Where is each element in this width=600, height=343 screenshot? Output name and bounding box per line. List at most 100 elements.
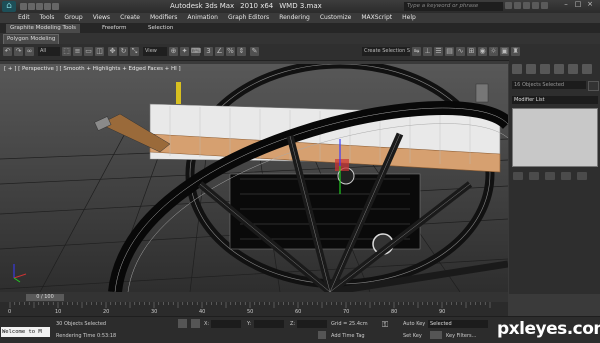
modifier-list-dropdown[interactable]: Modifier List [512,96,598,104]
render-setup-icon[interactable]: ☼ [489,47,498,56]
curve-editor-icon[interactable]: ∿ [456,47,465,56]
time-slider[interactable]: 0 / 100 [26,294,64,301]
set-keys-icon[interactable] [430,331,442,339]
key-filters-button[interactable]: Key Filters... [446,333,476,339]
minimize-icon[interactable]: – [560,0,572,10]
angle-snap-icon[interactable]: ∠ [215,47,224,56]
select-by-name-icon[interactable]: ≡ [73,47,82,56]
create-tab-icon[interactable] [512,64,522,74]
object-color-swatch[interactable] [588,81,599,91]
rendered-frame-icon[interactable]: ▣ [500,47,509,56]
command-panel: 16 Objects Selected Modifier List [509,60,600,294]
menu-tools[interactable]: Tools [40,14,55,21]
time-slider-track[interactable] [0,292,508,302]
tab-graphite-modeling-tools[interactable]: Graphite Modeling Tools [6,24,81,33]
menu-maxscript[interactable]: MAXScript [361,14,392,21]
tick-label: 20 [103,309,110,315]
menu-create[interactable]: Create [120,14,140,21]
app-logo-icon[interactable]: ⌂ [2,1,16,12]
menu-help[interactable]: Help [402,14,416,21]
mirror-icon[interactable]: ⇋ [412,47,421,56]
track-bar[interactable]: 0 10 20 30 40 50 60 70 80 90 [0,302,508,316]
material-editor-icon[interactable]: ◉ [478,47,487,56]
snaps-toggle-icon[interactable]: 3 [204,47,213,56]
select-object-icon[interactable]: ⬚ [62,47,71,56]
time-tag-icon[interactable] [318,331,326,339]
set-key-button[interactable]: Set Key [403,333,422,339]
lock-selection-icon[interactable] [178,319,187,328]
help-icon[interactable] [541,2,548,9]
perspective-viewport[interactable]: [ + ] [ Perspective ] [ Smooth + Highlig… [0,64,508,292]
render-production-icon[interactable]: ♜ [511,47,520,56]
select-manipulate-icon[interactable]: ✦ [180,47,189,56]
menu-views[interactable]: Views [93,14,110,21]
key-mode-dropdown[interactable]: Selected [428,320,488,328]
modify-tab-icon[interactable] [526,64,536,74]
search-icon[interactable] [505,2,512,9]
save-icon[interactable] [36,3,43,10]
auto-key-button[interactable]: Auto Key [403,321,425,327]
display-tab-icon[interactable] [568,64,578,74]
z-label: Z: [290,321,296,327]
open-file-icon[interactable] [28,3,35,10]
z-coordinate-field[interactable] [297,320,327,328]
select-move-icon[interactable]: ✥ [108,47,117,56]
edit-named-selection-icon[interactable]: ✎ [250,47,259,56]
search-input[interactable]: Type a keyword or phrase [404,2,503,11]
schematic-view-icon[interactable]: ⊞ [467,47,476,56]
utilities-tab-icon[interactable] [582,64,592,74]
menu-graph-editors[interactable]: Graph Editors [228,14,269,21]
menu-rendering[interactable]: Rendering [279,14,310,21]
motion-tab-icon[interactable] [554,64,564,74]
new-file-icon[interactable] [20,3,27,10]
rectangular-selection-icon[interactable]: ▭ [84,47,93,56]
modifier-stack[interactable] [512,108,598,167]
add-time-tag-button[interactable]: Add Time Tag [331,333,365,339]
maximize-icon[interactable]: □ [572,0,584,10]
redo-icon[interactable] [52,3,59,10]
close-icon[interactable]: × [584,0,596,10]
menu-edit[interactable]: Edit [18,14,30,21]
pin-stack-icon[interactable] [513,172,523,180]
subscription-icon[interactable] [514,2,521,9]
tab-freeform[interactable]: Freeform [98,24,131,33]
window-crossing-icon[interactable]: ◫ [95,47,104,56]
redo-icon[interactable]: ↷ [14,47,23,56]
show-end-result-icon[interactable] [529,172,539,180]
remove-modifier-icon[interactable] [561,172,571,180]
selection-status: 30 Objects Selected [56,321,107,327]
selection-filter-dropdown[interactable]: All [38,47,60,56]
undo-icon[interactable]: ↶ [3,47,12,56]
x-coordinate-field[interactable] [211,320,241,328]
object-name-field[interactable]: 16 Objects Selected [512,81,586,89]
pivot-center-icon[interactable]: ⊕ [169,47,178,56]
keyboard-shortcut-icon[interactable]: ⌨ [191,47,201,56]
communication-icon[interactable] [523,2,530,9]
viewport-label[interactable]: [ + ] [ Perspective ] [ Smooth + Highlig… [4,66,181,72]
absolute-mode-icon[interactable] [191,319,200,328]
key-icon[interactable]: ⚿ [382,320,396,329]
named-selection-sets-dropdown[interactable]: Create Selection S [362,47,410,56]
menu-modifiers[interactable]: Modifiers [150,14,177,21]
configure-sets-icon[interactable] [577,172,587,180]
select-scale-icon[interactable]: ⤡ [130,47,139,56]
percent-snap-icon[interactable]: % [226,47,235,56]
hierarchy-tab-icon[interactable] [540,64,550,74]
undo-icon[interactable] [44,3,51,10]
align-icon[interactable]: ⊥ [423,47,432,56]
make-unique-icon[interactable] [545,172,555,180]
menu-group[interactable]: Group [64,14,82,21]
reference-coordinate-dropdown[interactable]: View [143,47,167,56]
favorites-icon[interactable] [532,2,539,9]
menu-animation[interactable]: Animation [187,14,218,21]
graphite-toggle-icon[interactable]: ▤ [445,47,454,56]
maxscript-listener[interactable]: Welcome to M [1,327,50,337]
select-rotate-icon[interactable]: ↻ [119,47,128,56]
spinner-snap-icon[interactable]: ⇕ [237,47,246,56]
menu-customize[interactable]: Customize [320,14,352,21]
tab-selection[interactable]: Selection [144,24,177,33]
ribbon-tabs: Graphite Modeling Tools Freeform Selecti… [0,23,600,33]
y-coordinate-field[interactable] [254,320,284,328]
link-icon[interactable]: ∞ [25,47,34,56]
layer-manager-icon[interactable]: ☰ [434,47,443,56]
